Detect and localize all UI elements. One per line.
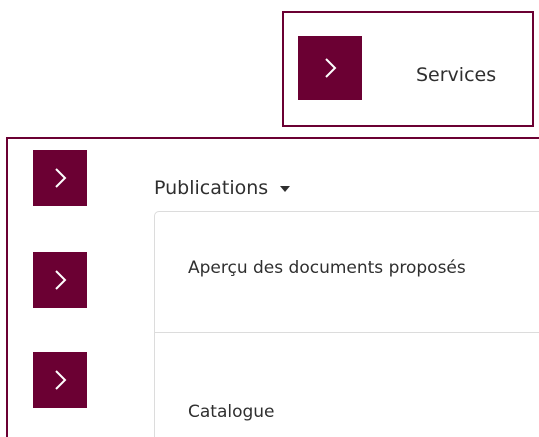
page: Services Publications Aperçu des documen… (0, 0, 539, 437)
services-link[interactable]: Services (416, 63, 496, 87)
publications-label: Publications (154, 177, 269, 199)
menu-item-apercu[interactable]: Aperçu des documents proposés (155, 212, 539, 332)
chevron-right-icon (55, 168, 67, 188)
caret-down-icon (280, 186, 291, 192)
menu-item-catalogue[interactable]: Catalogue (155, 333, 539, 437)
services-expand-button[interactable] (298, 36, 362, 100)
publications-menu-toggle[interactable]: Publications (154, 176, 291, 200)
overview-expand-button[interactable] (33, 252, 87, 308)
chevron-right-icon (325, 58, 337, 78)
menu-item-label: Aperçu des documents proposés (188, 258, 466, 278)
menu-item-label: Catalogue (188, 402, 275, 422)
catalogue-expand-button[interactable] (33, 352, 87, 408)
publications-card: Publications Aperçu des documents propos… (6, 137, 539, 437)
services-card: Services (282, 11, 534, 127)
publications-dropdown: Aperçu des documents proposés Catalogue (154, 211, 539, 437)
chevron-right-icon (55, 270, 67, 290)
chevron-right-icon (55, 370, 67, 390)
publications-expand-button[interactable] (33, 150, 87, 206)
